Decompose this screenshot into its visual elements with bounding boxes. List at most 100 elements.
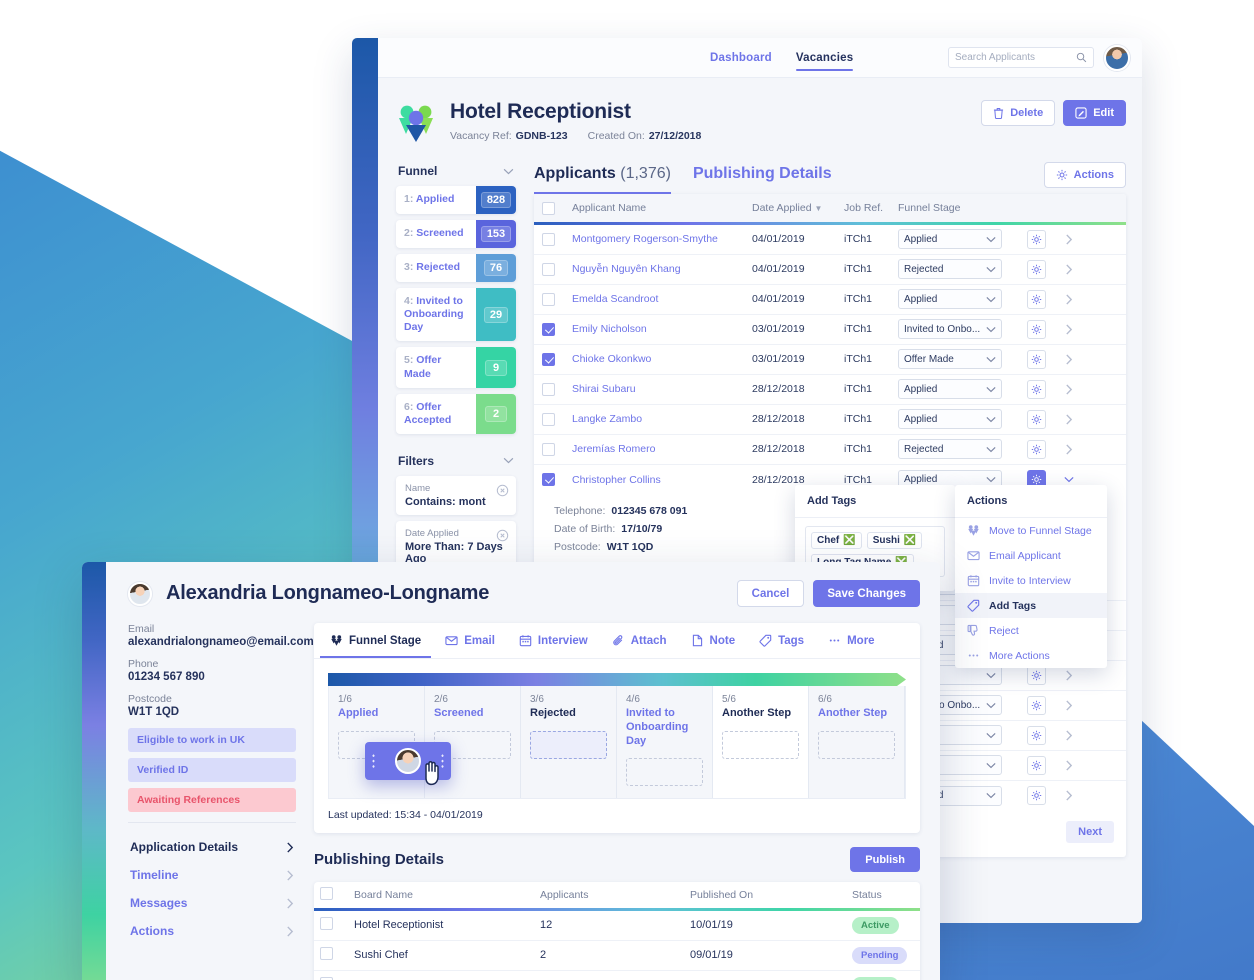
applicant-name-link[interactable]: Jeremías Romero: [572, 443, 655, 455]
funnel-stage-select[interactable]: Rejected: [898, 439, 1002, 459]
row-expand-toggle[interactable]: [1056, 414, 1082, 425]
action-item-reject[interactable]: Reject: [955, 618, 1107, 643]
table-row[interactable]: Chioke Okonkwo 03/01/2019 iTCh1 Offer Ma…: [534, 345, 1126, 375]
table-row[interactable]: Emily Nicholson 03/01/2019 iTCh1 Invited…: [534, 315, 1126, 345]
action-item-add-tags[interactable]: Add Tags: [955, 593, 1107, 618]
applicant-name-link[interactable]: Montgomery Rogerson-Smythe: [572, 233, 718, 245]
applicant-name-link[interactable]: Shirai Subaru: [572, 383, 636, 395]
board-drop-zone[interactable]: [626, 758, 703, 786]
modal-nav-application-details[interactable]: Application Details: [128, 833, 296, 861]
search-box[interactable]: [948, 47, 1094, 68]
filter-card[interactable]: Name Contains: mont: [396, 476, 516, 515]
modal-nav-messages[interactable]: Messages: [128, 889, 296, 917]
table-row[interactable]: Emelda Scandroot 04/01/2019 iTCh1 Applie…: [534, 285, 1126, 315]
row-expand-toggle[interactable]: [1056, 354, 1082, 365]
action-item-email-applicant[interactable]: Email Applicant: [955, 543, 1107, 568]
row-gear-button[interactable]: [1027, 230, 1046, 249]
board-column[interactable]: 6/6 Another Step: [809, 686, 905, 798]
row-checkbox[interactable]: [542, 383, 555, 396]
tab-applicants[interactable]: Applicants (1,376): [534, 165, 671, 194]
remove-tag-icon[interactable]: ❎: [904, 535, 916, 546]
chevron-down-icon[interactable]: [503, 457, 514, 464]
board-column[interactable]: 4/6 Invited to Onboarding Day: [617, 686, 713, 798]
row-expand-toggle[interactable]: [1056, 700, 1082, 711]
action-item-more-actions[interactable]: More Actions: [955, 643, 1107, 668]
nav-link-dashboard[interactable]: Dashboard: [710, 38, 772, 78]
column-board-name[interactable]: Board Name: [354, 889, 540, 901]
row-gear-button[interactable]: [1027, 350, 1046, 369]
row-expand-toggle[interactable]: [1056, 384, 1082, 395]
row-expand-toggle[interactable]: [1056, 790, 1082, 801]
row-expand-toggle[interactable]: [1056, 444, 1082, 455]
table-row[interactable]: Hotel Receptionist 26 08/01/19 Active: [314, 971, 920, 980]
user-avatar[interactable]: [1104, 45, 1130, 71]
nav-link-vacancies[interactable]: Vacancies: [796, 38, 853, 78]
table-row[interactable]: Shirai Subaru 28/12/2018 iTCh1 Applied: [534, 375, 1126, 405]
row-expand-toggle[interactable]: [1056, 670, 1082, 681]
publishing-select-all-checkbox[interactable]: [320, 887, 333, 900]
modal-tab-email[interactable]: Email: [435, 623, 505, 658]
funnel-stage-select[interactable]: Applied: [898, 409, 1002, 429]
funnel-stage-select[interactable]: Applied: [898, 229, 1002, 249]
funnel-stage-item[interactable]: 2: Screened 153: [396, 220, 516, 248]
funnel-stage-item[interactable]: 5: Offer Made 9: [396, 347, 516, 387]
clear-filter-icon[interactable]: [496, 529, 509, 542]
column-applicants[interactable]: Applicants: [540, 889, 690, 901]
publish-button[interactable]: Publish: [850, 847, 920, 872]
modal-tab-tags[interactable]: Tags: [749, 623, 814, 658]
funnel-stage-item[interactable]: 1: Applied 828: [396, 186, 516, 214]
tag-chip[interactable]: Chef ❎: [811, 532, 862, 549]
row-checkbox[interactable]: [542, 293, 555, 306]
row-expand-toggle[interactable]: [1056, 264, 1082, 275]
chevron-down-icon[interactable]: [503, 168, 514, 175]
funnel-stage-select[interactable]: Invited to Onbo...: [898, 319, 1002, 339]
save-changes-button[interactable]: Save Changes: [813, 580, 920, 607]
board-drop-zone[interactable]: [530, 731, 607, 759]
delete-button[interactable]: Delete: [981, 100, 1055, 126]
funnel-stage-item[interactable]: 6: Offer Accepted 2: [396, 394, 516, 434]
row-gear-button[interactable]: [1027, 320, 1046, 339]
row-gear-button[interactable]: [1027, 726, 1046, 745]
action-item-invite-to-interview[interactable]: Invite to Interview: [955, 568, 1107, 593]
row-checkbox[interactable]: [542, 233, 555, 246]
tab-publishing-details[interactable]: Publishing Details: [693, 165, 832, 194]
row-expand-toggle[interactable]: [1056, 476, 1082, 483]
row-expand-toggle[interactable]: [1056, 730, 1082, 741]
funnel-stage-select[interactable]: Applied: [898, 289, 1002, 309]
modal-nav-actions[interactable]: Actions: [128, 917, 296, 945]
board-drop-zone[interactable]: [818, 731, 895, 759]
funnel-stage-item[interactable]: 3: Rejected 76: [396, 254, 516, 282]
modal-tab-attach[interactable]: Attach: [602, 623, 677, 658]
row-gear-button[interactable]: [1027, 440, 1046, 459]
select-all-checkbox[interactable]: [542, 202, 555, 215]
row-expand-toggle[interactable]: [1056, 324, 1082, 335]
row-checkbox[interactable]: [542, 353, 555, 366]
column-status[interactable]: Status: [852, 889, 914, 901]
next-page-button[interactable]: Next: [1066, 821, 1114, 843]
search-input[interactable]: [955, 52, 1072, 63]
funnel-stage-select[interactable]: Applied: [898, 379, 1002, 399]
filters-panel-header[interactable]: Filters: [396, 452, 516, 476]
table-row[interactable]: Langke Zambo 28/12/2018 iTCh1 Applied: [534, 405, 1126, 435]
clear-filter-icon[interactable]: [496, 484, 509, 497]
cancel-button[interactable]: Cancel: [737, 580, 805, 607]
row-gear-button[interactable]: [1027, 380, 1046, 399]
tag-chip[interactable]: Sushi ❎: [867, 532, 923, 549]
row-gear-button[interactable]: [1027, 410, 1046, 429]
column-applicant-name[interactable]: Applicant Name: [572, 202, 752, 214]
board-drop-zone[interactable]: [722, 731, 799, 759]
row-expand-toggle[interactable]: [1056, 760, 1082, 771]
row-checkbox[interactable]: [542, 263, 555, 276]
funnel-stage-select[interactable]: Rejected: [898, 259, 1002, 279]
funnel-panel-header[interactable]: Funnel: [396, 162, 516, 186]
applicant-name-link[interactable]: Emelda Scandroot: [572, 293, 658, 305]
modal-nav-timeline[interactable]: Timeline: [128, 861, 296, 889]
row-gear-button[interactable]: [1027, 260, 1046, 279]
modal-tab-funnel-stage[interactable]: Funnel Stage: [320, 623, 431, 658]
table-row[interactable]: Sushi Chef 2 09/01/19 Pending: [314, 941, 920, 971]
panel-actions-button[interactable]: Actions: [1044, 162, 1126, 188]
row-gear-button[interactable]: [1027, 756, 1046, 775]
column-job-ref[interactable]: Job Ref.: [844, 202, 898, 214]
row-gear-button[interactable]: [1027, 290, 1046, 309]
action-item-move-to-funnel-stage[interactable]: Move to Funnel Stage: [955, 518, 1107, 543]
